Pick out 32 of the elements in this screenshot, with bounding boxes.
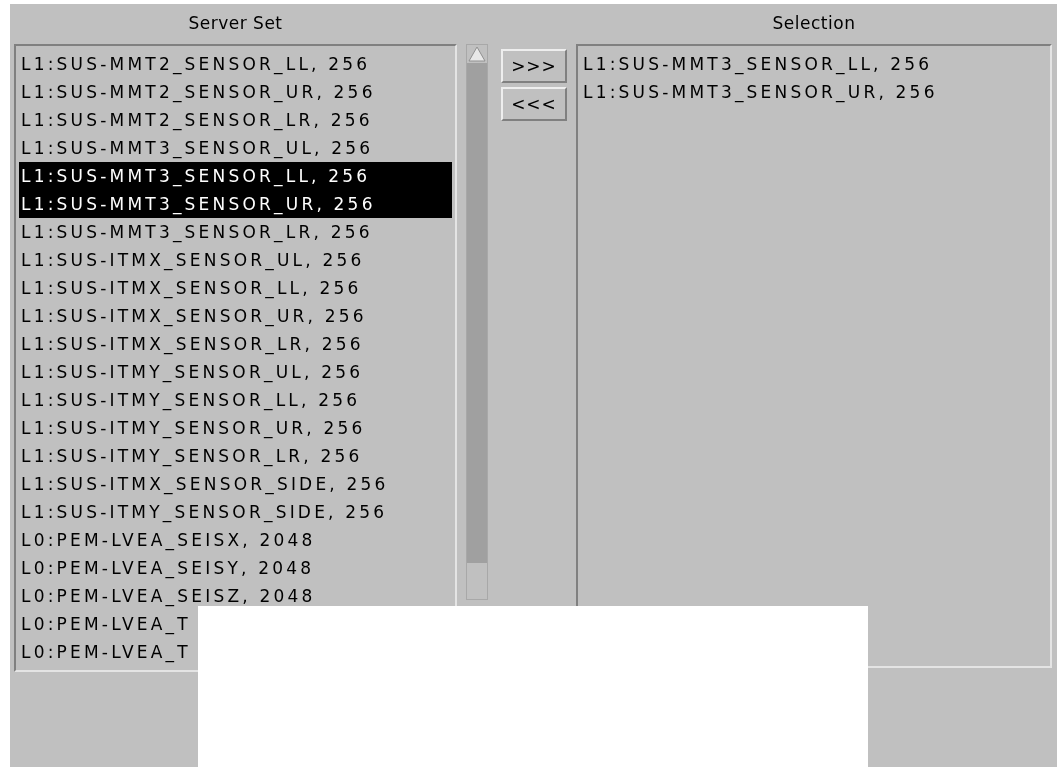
- list-item[interactable]: L1:SUS-MMT3_SENSOR_UR, 256: [581, 78, 938, 106]
- selection-list[interactable]: L1:SUS-MMT3_SENSOR_LL, 256 L1:SUS-MMT3_SENSOR_UR, 256: [576, 44, 1052, 668]
- list-item[interactable]: L1:SUS-ITMY_SENSOR_LR, 256: [19, 442, 363, 470]
- list-item[interactable]: L1:SUS-MMT3_SENSOR_UR, 256: [19, 190, 452, 218]
- list-item[interactable]: L0:PEM-LVEA_SEISY, 2048: [19, 554, 315, 582]
- list-item[interactable]: L1:SUS-MMT2_SENSOR_UR, 256: [19, 78, 376, 106]
- list-item[interactable]: L0:PEM-LVEA_SEISZ, 2048: [19, 582, 316, 610]
- list-item[interactable]: L1:SUS-ITMX_SENSOR_LL, 256: [19, 274, 362, 302]
- list-item[interactable]: L1:SUS-ITMX_SENSOR_LR, 256: [19, 330, 364, 358]
- list-item[interactable]: L1:SUS-ITMX_SENSOR_SIDE, 256: [19, 470, 389, 498]
- list-item[interactable]: L1:SUS-MMT3_SENSOR_LR, 256: [19, 218, 373, 246]
- list-item[interactable]: L0:PEM-LVEA_SEISX, 2048: [19, 526, 316, 554]
- list-item[interactable]: L0:PEM-LVEA_T: [19, 610, 191, 638]
- list-item[interactable]: L0:PEM-LVEA_T: [19, 638, 191, 666]
- list-item[interactable]: L1:SUS-MMT2_SENSOR_LR, 256: [19, 106, 373, 134]
- list-item[interactable]: L1:SUS-ITMX_SENSOR_UR, 256: [19, 302, 367, 330]
- server-set-list[interactable]: [14, 44, 457, 672]
- list-item[interactable]: L1:SUS-ITMY_SENSOR_UL, 256: [19, 358, 364, 386]
- list-item[interactable]: L1:SUS-ITMX_SENSOR_UL, 256: [19, 246, 365, 274]
- list-title: Server Set: [188, 12, 283, 36]
- scrollbar[interactable]: [466, 44, 488, 600]
- list-item[interactable]: L1:SUS-MMT3_SENSOR_LL, 256: [19, 162, 452, 190]
- list-item[interactable]: L1:SUS-ITMY_SENSOR_UR, 256: [19, 414, 366, 442]
- list-item[interactable]: L1:SUS-MMT3_SENSOR_LL, 256: [581, 50, 933, 78]
- transfer-button[interactable]: >>>: [501, 49, 567, 83]
- list-title: Selection: [772, 12, 856, 36]
- list-item[interactable]: L1:SUS-MMT3_SENSOR_UL, 256: [19, 134, 374, 162]
- transfer-button[interactable]: <<<: [501, 87, 567, 121]
- list-item[interactable]: L1:SUS-MMT2_SENSOR_LL, 256: [19, 50, 371, 78]
- up-arrow-icon[interactable]: [467, 45, 487, 63]
- list-item[interactable]: L1:SUS-ITMY_SENSOR_SIDE, 256: [19, 498, 388, 526]
- list-item[interactable]: L1:SUS-ITMY_SENSOR_LL, 256: [19, 386, 361, 414]
